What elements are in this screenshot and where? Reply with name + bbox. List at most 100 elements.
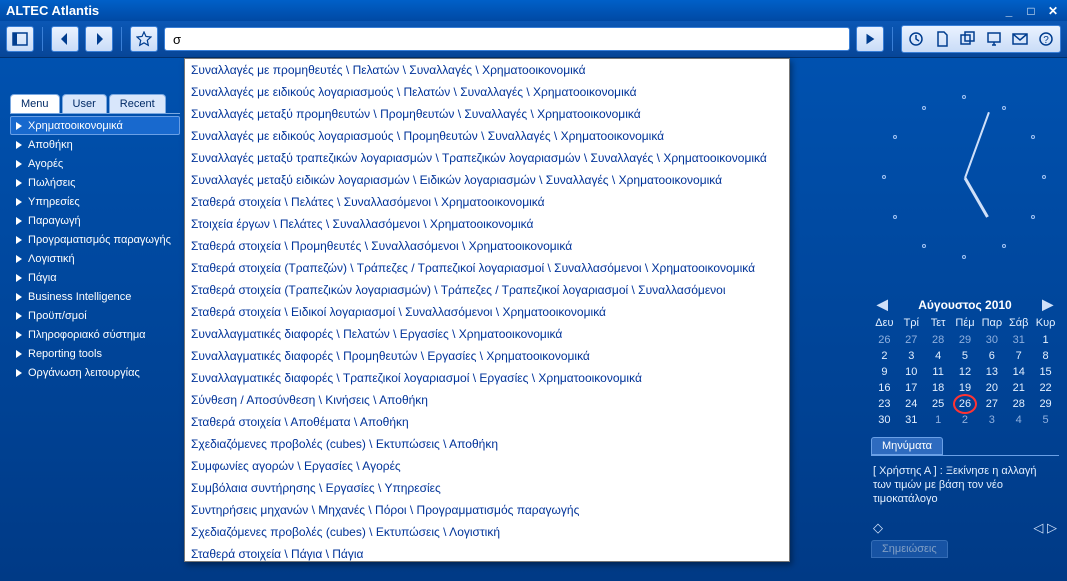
nav-item[interactable]: Αποθήκη [10,135,180,154]
suggestion-item[interactable]: Σύνθεση / Αποσύνθεση \ Κινήσεις \ Αποθήκ… [185,389,789,411]
suggestions-list[interactable]: Συναλλαγές με προμηθευτές \ Πελατών \ Συ… [185,59,789,561]
mail-shortcut[interactable] [1008,28,1032,50]
suggestion-item[interactable]: Συναλλαγές με προμηθευτές \ Πελατών \ Συ… [185,59,789,81]
calendar-day[interactable]: 27 [978,397,1005,411]
nav-item[interactable]: Πάγια [10,268,180,287]
calendar-day[interactable]: 15 [1032,365,1059,379]
tab-user[interactable]: User [62,94,107,113]
suggestion-item[interactable]: Συναλλαγματικές διαφορές \ Τραπεζικοί λο… [185,367,789,389]
suggestion-item[interactable]: Σταθερά στοιχεία \ Ειδικοί λογαριασμοί \… [185,301,789,323]
calendar-day-other[interactable]: 4 [1005,413,1032,427]
suggestion-item[interactable]: Σχεδιαζόμενες προβολές (cubes) \ Εκτυπώσ… [185,433,789,455]
calendar-day[interactable]: 30 [871,413,898,427]
calendar-day[interactable]: 12 [952,365,979,379]
calendar-day[interactable]: 1 [1032,333,1059,347]
notes-tab[interactable]: Σημειώσεις [871,540,948,558]
calendar-day[interactable]: 10 [898,365,925,379]
suggestion-item[interactable]: Σταθερά στοιχεία (Τραπεζικών λογαριασμών… [185,279,789,301]
calendar-day[interactable]: 11 [925,365,952,379]
suggestion-item[interactable]: Σταθερά στοιχεία \ Πάγια \ Πάγια [185,543,789,561]
calendar-day[interactable]: 6 [978,349,1005,363]
windows-shortcut[interactable] [956,28,980,50]
calendar-day[interactable]: 9 [871,365,898,379]
calendar-day[interactable]: 4 [925,349,952,363]
calendar-day-other[interactable]: 27 [898,333,925,347]
nav-item[interactable]: Πληροφοριακό σύστημα [10,325,180,344]
message-first[interactable]: ◇ [873,520,883,536]
calendar-day[interactable]: 3 [898,349,925,363]
minimize-button[interactable]: _ [1001,4,1017,18]
calendar-day-other[interactable]: 30 [978,333,1005,347]
nav-item[interactable]: Λογιστική [10,249,180,268]
calendar-day[interactable]: 26 [952,397,979,411]
calendar-day-other[interactable]: 3 [978,413,1005,427]
calendar-day[interactable]: 8 [1032,349,1059,363]
messages-tab[interactable]: Μηνύματα [871,437,943,455]
search-box[interactable] [164,27,850,51]
calendar-day[interactable]: 14 [1005,365,1032,379]
maximize-button[interactable]: □ [1023,4,1039,18]
nav-item[interactable]: Πωλήσεις [10,173,180,192]
back-button[interactable] [51,26,79,52]
calendar-prev[interactable]: ◀ [873,296,892,313]
calendar-day-other[interactable]: 28 [925,333,952,347]
calendar-day[interactable]: 13 [978,365,1005,379]
favorite-button[interactable] [130,26,158,52]
calendar-day[interactable]: 17 [898,381,925,395]
suggestion-item[interactable]: Συναλλαγές μεταξύ τραπεζικών λογαριασμών… [185,147,789,169]
calendar-day[interactable]: 24 [898,397,925,411]
desktop-shortcut[interactable] [982,28,1006,50]
calendar-day-other[interactable]: 5 [1032,413,1059,427]
suggestion-item[interactable]: Συμφωνίες αγορών \ Εργασίες \ Αγορές [185,455,789,477]
tab-menu[interactable]: Menu [10,94,60,113]
nav-item[interactable]: Χρηματοοικονομικά [10,116,180,135]
calendar-day[interactable]: 22 [1032,381,1059,395]
calendar-day[interactable]: 5 [952,349,979,363]
forward-button[interactable] [85,26,113,52]
calendar-next[interactable]: ▶ [1038,296,1057,313]
calendar-day[interactable]: 21 [1005,381,1032,395]
calendar-day-other[interactable]: 31 [1005,333,1032,347]
calendar-day[interactable]: 19 [952,381,979,395]
calendar-day-other[interactable]: 1 [925,413,952,427]
suggestion-item[interactable]: Συναλλαγές μεταξύ προμηθευτών \ Προμηθευ… [185,103,789,125]
panel-toggle-button[interactable] [6,26,34,52]
help-shortcut[interactable]: ? [1034,28,1058,50]
suggestion-item[interactable]: Συντηρήσεις μηχανών \ Μηχανές \ Πόροι \ … [185,499,789,521]
calendar-day[interactable]: 2 [871,349,898,363]
calendar-day-other[interactable]: 2 [952,413,979,427]
suggestion-item[interactable]: Στοιχεία έργων \ Πελάτες \ Συναλλασόμενο… [185,213,789,235]
suggestion-item[interactable]: Συναλλαγές με ειδικούς λογαριασμούς \ Πε… [185,81,789,103]
suggestion-item[interactable]: Σχεδιαζόμενες προβολές (cubes) \ Εκτυπώσ… [185,521,789,543]
calendar-day[interactable]: 25 [925,397,952,411]
calendar-day[interactable]: 20 [978,381,1005,395]
calendar-day-other[interactable]: 26 [871,333,898,347]
clock-shortcut[interactable] [904,28,928,50]
suggestion-item[interactable]: Σταθερά στοιχεία \ Πελάτες \ Συναλλασόμε… [185,191,789,213]
suggestion-item[interactable]: Συναλλαγές με ειδικούς λογαριασμούς \ Πρ… [185,125,789,147]
suggestion-item[interactable]: Συμβόλαια συντήρησης \ Εργασίες \ Υπηρεσ… [185,477,789,499]
suggestion-item[interactable]: Σταθερά στοιχεία \ Αποθέματα \ Αποθήκη [185,411,789,433]
nav-item[interactable]: Παραγωγή [10,211,180,230]
suggestion-item[interactable]: Σταθερά στοιχεία (Τραπεζών) \ Τράπεζες /… [185,257,789,279]
nav-item[interactable]: Προϋπ/σμοί [10,306,180,325]
calendar-day[interactable]: 28 [1005,397,1032,411]
nav-item[interactable]: Προγραματισμός παραγωγής [10,230,180,249]
nav-item[interactable]: Οργάνωση λειτουργίας [10,363,180,382]
nav-item[interactable]: Reporting tools [10,344,180,363]
calendar-day[interactable]: 23 [871,397,898,411]
nav-item[interactable]: Αγορές [10,154,180,173]
message-pager[interactable]: ◁ ▷ [1033,520,1057,536]
calendar-day[interactable]: 29 [1032,397,1059,411]
calendar-day[interactable]: 18 [925,381,952,395]
document-shortcut[interactable] [930,28,954,50]
calendar-day[interactable]: 16 [871,381,898,395]
calendar-day-other[interactable]: 29 [952,333,979,347]
suggestion-item[interactable]: Σταθερά στοιχεία \ Προμηθευτές \ Συναλλα… [185,235,789,257]
suggestion-item[interactable]: Συναλλαγματικές διαφορές \ Πελατών \ Εργ… [185,323,789,345]
tab-recent[interactable]: Recent [109,94,166,113]
nav-item[interactable]: Business Intelligence [10,287,180,306]
suggestion-item[interactable]: Συναλλαγές μεταξύ ειδικών λογαριασμών \ … [185,169,789,191]
go-button[interactable] [856,26,884,52]
close-button[interactable]: ✕ [1045,4,1061,18]
